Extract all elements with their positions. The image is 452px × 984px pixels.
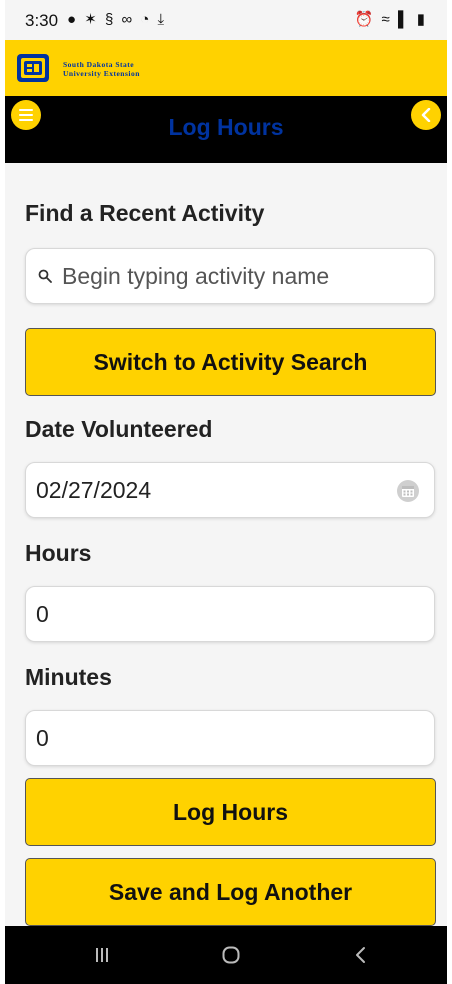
home-nav-button[interactable]: [216, 940, 246, 970]
app-frame: 3:30 ● ✶ § ∞ ◔ ⤓ ⏰ ≈ ▌ ▮ South Dakota St…: [5, 0, 447, 984]
activity-search-field[interactable]: [25, 248, 435, 304]
brand-bar: South Dakota State University Extension: [5, 40, 447, 96]
back-button[interactable]: [411, 100, 441, 130]
hours-label: Hours: [25, 540, 92, 566]
hours-field[interactable]: [25, 586, 435, 642]
system-nav-bar: [5, 926, 447, 984]
home-icon: [222, 946, 240, 964]
search-icon: [38, 269, 52, 283]
notification-icons: ● ✶ § ∞ ◔ ⤓: [67, 11, 167, 28]
hours-input[interactable]: [36, 587, 406, 641]
system-status-icons: ⏰ ≈ ▌ ▮: [354, 11, 427, 28]
minutes-field[interactable]: [25, 710, 435, 766]
brand-line-2: University Extension: [63, 69, 140, 78]
activity-search-input[interactable]: [62, 249, 422, 303]
calendar-icon[interactable]: [396, 479, 420, 503]
brand-line-1: South Dakota State: [63, 60, 135, 69]
minutes-label: Minutes: [25, 664, 112, 690]
status-bar: 3:30 ● ✶ § ∞ ◔ ⤓ ⏰ ≈ ▌ ▮: [5, 0, 447, 40]
date-volunteered-label: Date Volunteered: [25, 416, 213, 442]
page-title: Log Hours: [168, 114, 284, 140]
back-nav-button[interactable]: [345, 940, 375, 970]
log-hours-button[interactable]: Log Hours: [25, 778, 436, 846]
sdsu-logo: [17, 54, 49, 82]
recent-apps-icon: [96, 948, 108, 962]
status-time: 3:30: [25, 11, 59, 30]
recent-activity-label: Find a Recent Activity: [25, 200, 265, 226]
minutes-input[interactable]: [36, 711, 406, 765]
recent-apps-nav-button[interactable]: [87, 940, 117, 970]
chevron-left-icon: [421, 108, 431, 122]
save-and-log-another-button[interactable]: Save and Log Another: [25, 858, 436, 926]
switch-to-activity-search-button[interactable]: Switch to Activity Search: [25, 328, 436, 396]
back-nav-icon: [356, 947, 365, 963]
date-input[interactable]: [36, 463, 406, 517]
page-header: Log Hours: [5, 96, 447, 163]
date-field[interactable]: [25, 462, 435, 518]
